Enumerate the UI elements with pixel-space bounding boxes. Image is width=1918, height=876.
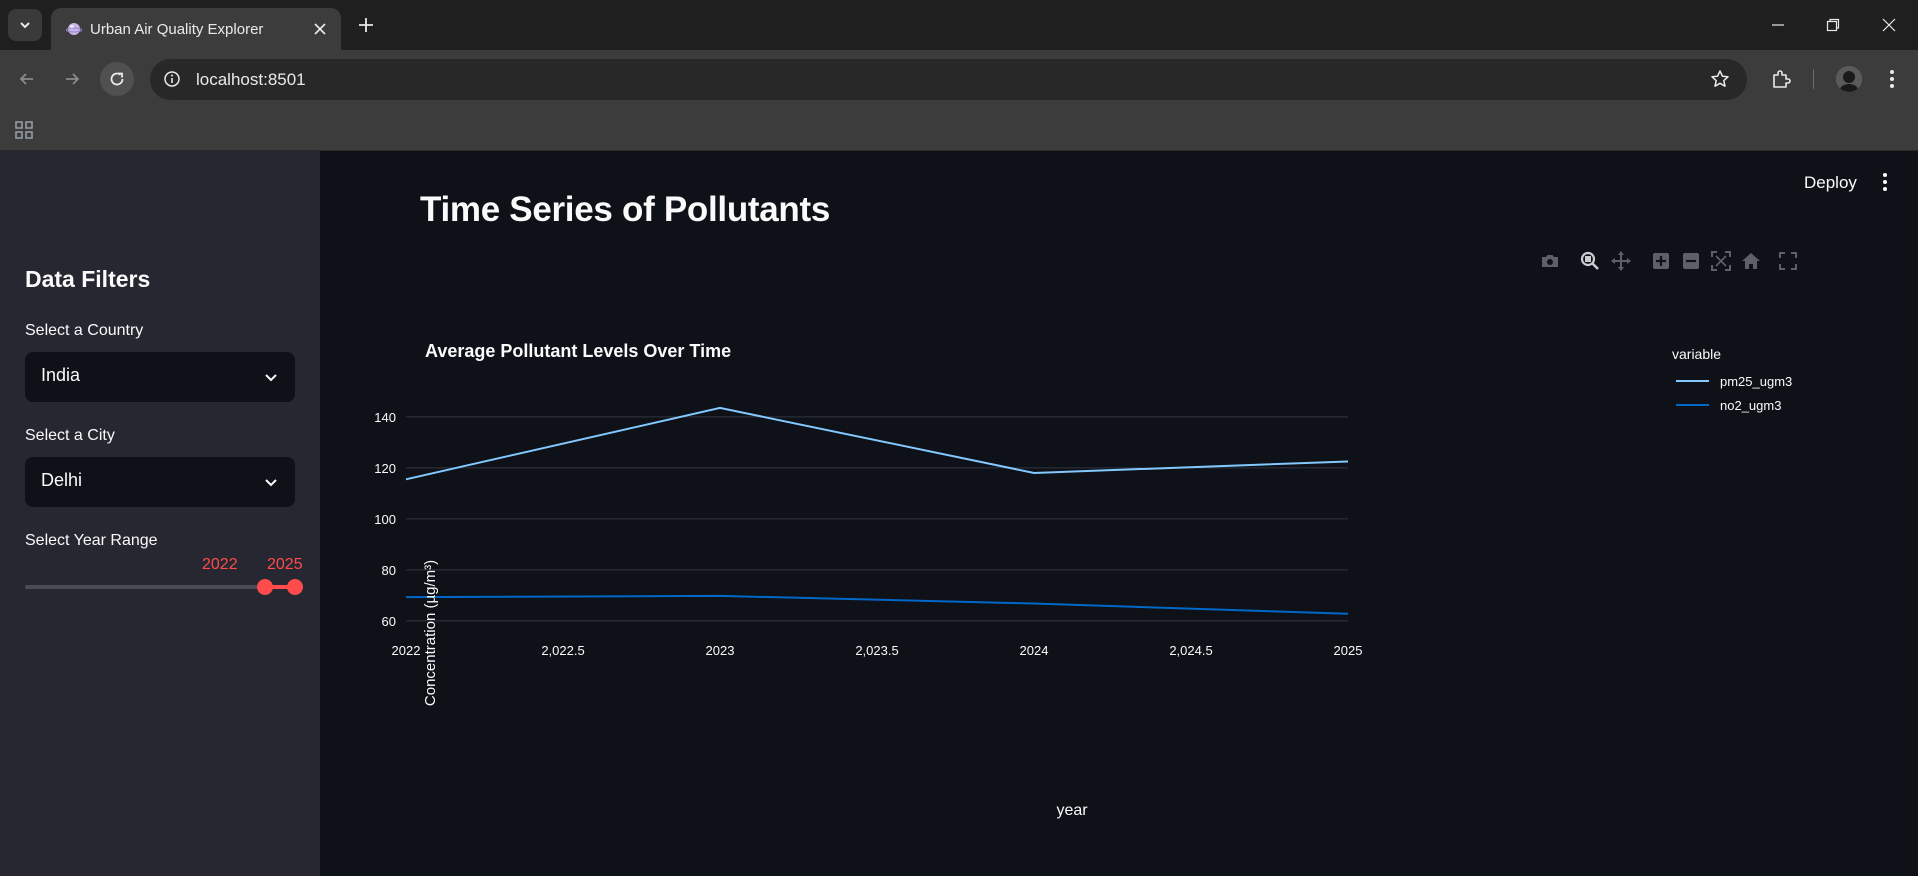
year-range-end-thumb[interactable] — [287, 579, 303, 595]
tab-close-button[interactable] — [309, 18, 331, 40]
sidebar-title: Data Filters — [25, 266, 151, 292]
country-select-value: India — [41, 365, 81, 385]
legend-item-label[interactable]: pm25_ugm3 — [1720, 374, 1792, 389]
close-icon — [314, 23, 326, 35]
chart-title: Average Pollutant Levels Over Time — [425, 341, 731, 361]
site-info-icon[interactable] — [162, 69, 182, 89]
tab-search-button[interactable] — [8, 9, 42, 41]
profile-avatar[interactable] — [1836, 66, 1862, 92]
legend-item-label[interactable]: no2_ugm3 — [1720, 398, 1781, 413]
close-icon — [1882, 18, 1896, 32]
chevron-down-icon — [265, 374, 277, 382]
chevron-down-icon — [20, 22, 30, 29]
window-close-button[interactable] — [1874, 11, 1904, 39]
browser-menu-icon[interactable] — [1877, 64, 1907, 94]
y-tick-label: 60 — [382, 614, 396, 629]
window-restore-button[interactable] — [1818, 11, 1848, 39]
arrow-left-icon — [19, 73, 33, 85]
sidebar: Data Filters Select a Country India Sele… — [0, 151, 320, 876]
window-minimize-button[interactable] — [1763, 11, 1793, 39]
x-tick-label: 2024 — [1020, 643, 1049, 658]
browser-tab-bar: Urban Air Quality Explorer — [0, 0, 1918, 50]
browser-toolbar: localhost:8501 — [0, 50, 1918, 108]
chevron-down-icon — [265, 479, 277, 487]
tab-title: Urban Air Quality Explorer — [90, 21, 264, 38]
y-tick-label: 140 — [374, 410, 396, 425]
y-tick-label: 80 — [382, 563, 396, 578]
restore-icon — [1826, 18, 1840, 32]
forward-button[interactable] — [55, 62, 89, 96]
y-axis-title: Concentration (µg/m³) — [422, 560, 439, 706]
series-line-pm25_ugm3[interactable] — [405, 406, 1349, 481]
app-favicon-icon — [66, 23, 82, 35]
x-tick-label: 2022 — [392, 643, 421, 658]
x-tick-label: 2023 — [706, 643, 735, 658]
url-text: localhost:8501 — [196, 70, 306, 89]
address-bar[interactable]: localhost:8501 — [150, 59, 1747, 100]
pollutant-line-chart[interactable]: Average Pollutant Levels Over Time 60 80 1… — [320, 151, 1918, 876]
apps-grid-icon[interactable] — [14, 120, 34, 140]
y-tick-label: 100 — [374, 512, 396, 527]
city-select[interactable]: Delhi — [25, 457, 295, 507]
x-tick-label: 2,024.5 — [1169, 643, 1212, 658]
country-select[interactable]: India — [25, 352, 295, 402]
year-range-label: Select Year Range — [25, 532, 158, 549]
series-line-no2_ugm3[interactable] — [405, 594, 1349, 615]
x-tick-label: 2,022.5 — [541, 643, 584, 658]
city-label: Select a City — [25, 427, 115, 444]
x-tick-label: 2025 — [1334, 643, 1363, 658]
plus-icon — [359, 18, 373, 32]
new-tab-button[interactable] — [353, 12, 379, 38]
arrow-right-icon — [66, 73, 80, 85]
legend-title: variable — [1672, 346, 1721, 362]
year-range-end-value: 2025 — [267, 556, 303, 573]
main-content: Deploy Time Series of Pollutants Average… — [320, 151, 1918, 876]
reload-button[interactable] — [100, 62, 134, 96]
reload-icon — [110, 72, 124, 86]
bookmarks-bar — [0, 108, 1918, 151]
year-range-start-value: 2022 — [202, 556, 238, 573]
year-range-start-thumb[interactable] — [257, 579, 273, 595]
extensions-icon[interactable] — [1766, 64, 1796, 94]
city-select-value: Delhi — [41, 470, 83, 490]
minimize-icon — [1772, 24, 1784, 26]
back-button[interactable] — [10, 62, 44, 96]
year-range-slider-track[interactable] — [25, 585, 295, 589]
x-axis-title: year — [1056, 802, 1088, 819]
country-label: Select a Country — [25, 322, 144, 339]
browser-tab[interactable]: Urban Air Quality Explorer — [51, 8, 341, 50]
y-tick-label: 120 — [374, 461, 396, 476]
toolbar-separator — [1813, 69, 1814, 89]
x-tick-label: 2,023.5 — [855, 643, 898, 658]
bookmark-star-icon[interactable] — [1709, 68, 1731, 90]
